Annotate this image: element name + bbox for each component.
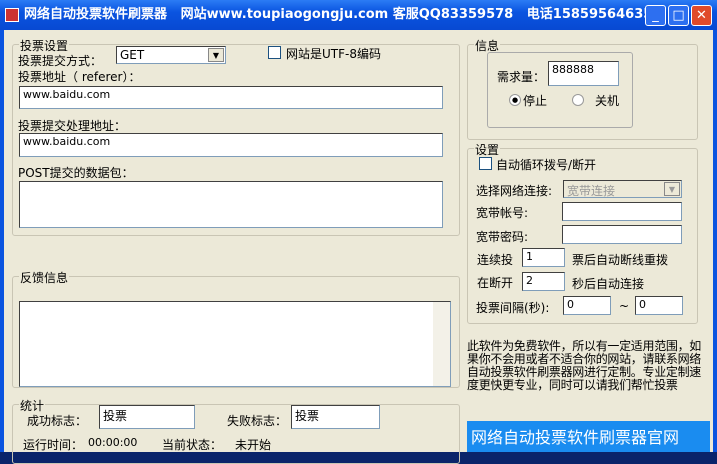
app-icon <box>5 8 19 22</box>
post-data-textarea[interactable] <box>19 181 443 228</box>
group-legend: 反馈信息 <box>19 269 70 286</box>
feedback-scrollbar[interactable] <box>433 302 450 386</box>
post-data-label: POST提交的数据包： <box>18 166 134 180</box>
fail-flag-input[interactable]: 投票 <box>291 405 380 429</box>
continuous-input[interactable]: 1 <box>522 248 565 267</box>
stop-radio[interactable]: ● <box>509 94 521 106</box>
shutdown-radio-label: 关机 <box>595 94 620 108</box>
auto-dial-label: 自动循环拨号/断开 <box>496 158 597 172</box>
referer-input[interactable]: www.baidu.com <box>19 86 443 109</box>
notice-text: 此软件为免费软件，所以有一定适用范围，如果你不会用或者不适合你的网站，请联系网络… <box>467 339 702 392</box>
account-input[interactable] <box>562 202 682 221</box>
connection-select[interactable]: 宽带连接 ▼ <box>563 180 682 198</box>
method-select[interactable]: GET ▼ <box>116 46 226 64</box>
continuous-label: 连续投 <box>477 253 514 267</box>
title-bar: 网络自动投票软件刷票器 网站www.toupiaogongju.com 客服QQ… <box>0 0 717 30</box>
status-value: 未开始 <box>235 438 272 452</box>
interval-label: 投票间隔(秒): <box>476 301 550 315</box>
interval-min-input[interactable]: 0 <box>563 296 611 315</box>
demand-input[interactable]: 888888 <box>548 61 619 86</box>
disconnect-label: 在断开 <box>477 276 514 290</box>
feedback-textarea[interactable] <box>19 301 451 387</box>
shutdown-radio[interactable] <box>572 94 584 106</box>
auto-dial-checkbox[interactable] <box>479 157 492 170</box>
password-input[interactable] <box>562 225 682 244</box>
maximize-button[interactable]: □ <box>668 5 689 26</box>
utf8-checkbox[interactable] <box>268 46 281 59</box>
window-title: 网络自动投票软件刷票器 网站www.toupiaogongju.com 客服QQ… <box>24 7 653 22</box>
account-label: 宽带帐号: <box>476 206 529 220</box>
continuous-suffix: 票后自动断线重拨 <box>572 253 669 267</box>
chevron-down-icon: ▼ <box>664 182 680 196</box>
password-label: 宽带密码: <box>476 230 529 244</box>
interval-max-input[interactable]: 0 <box>635 296 683 315</box>
demand-label: 需求量： <box>497 70 546 84</box>
success-flag-input[interactable]: 投票 <box>99 405 195 429</box>
interval-tilde: ~ <box>619 299 630 313</box>
runtime-value: 00:00:00 <box>88 436 138 449</box>
success-flag-label: 成功标志： <box>27 414 88 428</box>
stop-radio-label: 停止 <box>523 94 548 108</box>
close-button[interactable]: ✕ <box>691 5 712 26</box>
fail-flag-label: 失败标志： <box>227 414 288 428</box>
method-label: 投票提交方式： <box>18 54 103 68</box>
minimize-button[interactable]: _ <box>645 5 666 26</box>
status-label: 当前状态： <box>162 438 223 452</box>
action-url-label: 投票提交处理地址： <box>18 119 127 133</box>
connection-label: 选择网络连接: <box>476 184 553 198</box>
disconnect-suffix: 秒后自动连接 <box>572 277 645 291</box>
utf8-label: 网站是UTF-8编码 <box>286 47 381 61</box>
chevron-down-icon: ▼ <box>208 48 224 62</box>
runtime-label: 运行时间： <box>23 438 84 452</box>
disconnect-input[interactable]: 2 <box>522 272 565 291</box>
referer-label: 投票地址（ referer）： <box>18 70 141 84</box>
action-url-input[interactable]: www.baidu.com <box>19 133 443 157</box>
official-site-link[interactable]: 网络自动投票软件刷票器官网 <box>467 421 710 452</box>
